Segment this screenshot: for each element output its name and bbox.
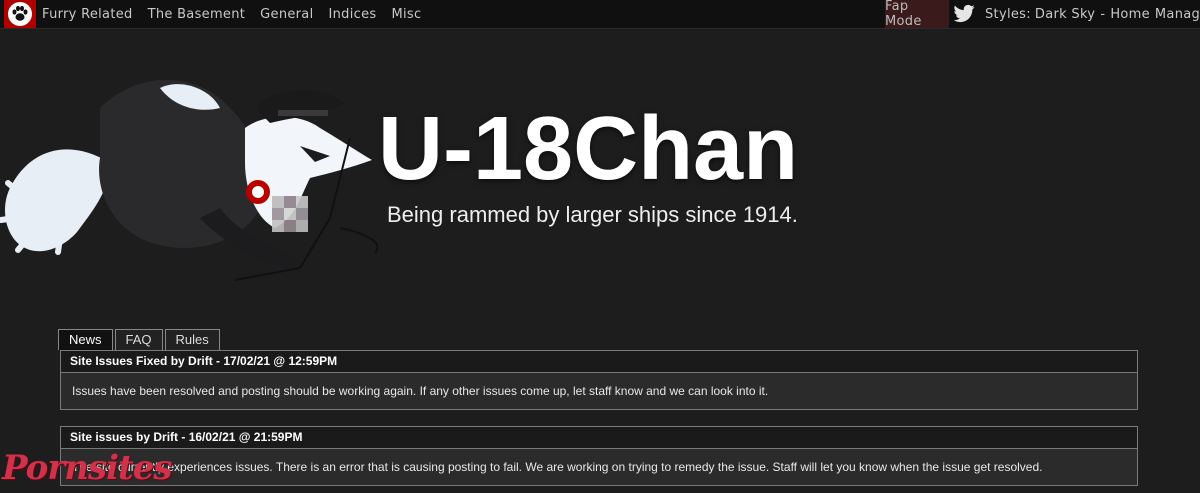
nav-the-basement[interactable]: The Basement bbox=[148, 7, 246, 22]
news-post-body: The site currently experiences issues. T… bbox=[72, 460, 1043, 474]
mascot-artwork bbox=[0, 79, 379, 281]
fap-mode-toggle[interactable]: Fap Mode bbox=[885, 0, 949, 29]
nav-general[interactable]: General bbox=[260, 7, 313, 22]
styles-label: Styles: bbox=[985, 6, 1031, 22]
watermark-logo: Pornsites bbox=[2, 448, 172, 488]
paw-icon bbox=[8, 2, 32, 26]
nav-misc[interactable]: Misc bbox=[391, 7, 421, 22]
nav-furry-related[interactable]: Furry Related bbox=[42, 7, 133, 22]
top-navigation-bar: Furry Related The Basement General Indic… bbox=[0, 0, 1200, 29]
news-post: Site issues by Drift - 16/02/21 @ 21:59P… bbox=[60, 426, 1138, 486]
board-category-menu: Furry Related The Basement General Indic… bbox=[42, 0, 436, 28]
site-title: U-18Chan bbox=[378, 99, 799, 199]
site-logo[interactable] bbox=[4, 0, 36, 28]
info-tabs: News FAQ Rules bbox=[58, 329, 222, 350]
tab-faq[interactable]: FAQ bbox=[114, 329, 163, 350]
site-slogan: Being rammed by larger ships since 1914. bbox=[387, 202, 798, 227]
separator: - bbox=[1100, 6, 1106, 22]
styles-and-links: Styles: Dark Sky - Home Manage bbox=[985, 0, 1200, 28]
news-post-header: Site issues by Drift - 16/02/21 @ 21:59P… bbox=[61, 427, 1137, 449]
news-post-body: Issues have been resolved and posting sh… bbox=[72, 384, 769, 398]
tab-rules[interactable]: Rules bbox=[164, 329, 220, 350]
news-post: Site Issues Fixed by Drift - 17/02/21 @ … bbox=[60, 350, 1138, 410]
tab-news[interactable]: News bbox=[58, 329, 113, 350]
manage-link[interactable]: Manage bbox=[1155, 7, 1200, 22]
news-post-header: Site Issues Fixed by Drift - 17/02/21 @ … bbox=[61, 351, 1137, 373]
style-dark-sky-link[interactable]: Dark Sky bbox=[1035, 7, 1095, 22]
home-link[interactable]: Home bbox=[1110, 7, 1150, 22]
nav-indices[interactable]: Indices bbox=[329, 7, 377, 22]
twitter-icon[interactable] bbox=[953, 4, 975, 24]
